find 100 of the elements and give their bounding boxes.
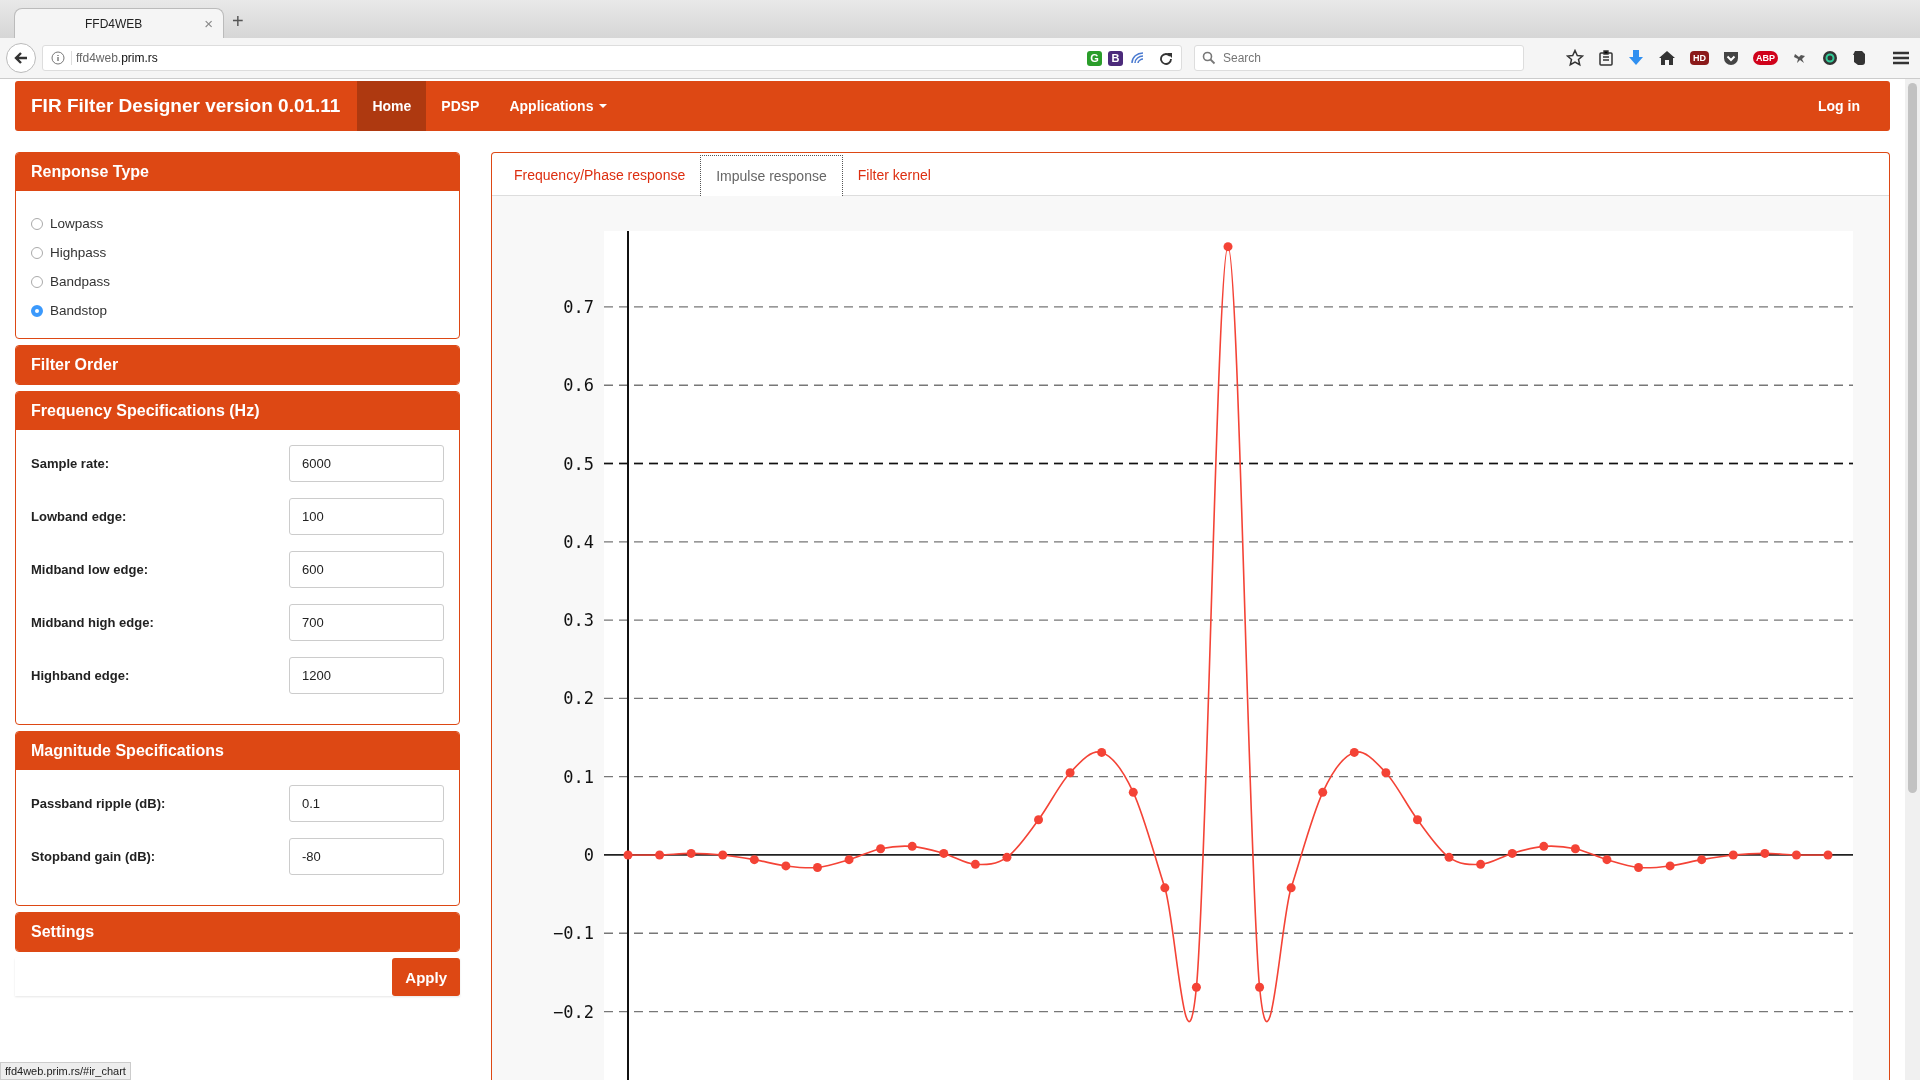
data-point bbox=[907, 841, 917, 851]
data-point bbox=[1412, 815, 1422, 825]
extension-badge[interactable]: HD bbox=[1690, 51, 1709, 65]
axis-tick-label: 0.5 bbox=[563, 453, 594, 474]
axis-tick-label: 0 bbox=[583, 844, 594, 865]
axis-tick-label: 0.3 bbox=[563, 610, 594, 631]
scrollbar[interactable] bbox=[1905, 79, 1920, 1080]
panel-header[interactable]: Filter Order bbox=[16, 346, 459, 384]
tab-close-button[interactable]: × bbox=[204, 15, 213, 32]
data-point bbox=[1665, 861, 1675, 871]
data-point bbox=[1002, 852, 1012, 862]
axis-tick-label: −0.1 bbox=[553, 923, 594, 944]
data-point bbox=[1160, 883, 1170, 893]
apply-button[interactable]: Apply bbox=[392, 958, 460, 996]
search-field[interactable]: Search bbox=[1194, 45, 1524, 71]
axis-tick-label: 0.2 bbox=[563, 688, 594, 709]
new-tab-button[interactable]: + bbox=[232, 10, 244, 38]
info-icon[interactable] bbox=[51, 51, 65, 65]
extension-badge[interactable]: B bbox=[1108, 50, 1123, 66]
input-field[interactable]: 600 bbox=[289, 551, 444, 588]
axis-tick-label: −0.2 bbox=[553, 1001, 594, 1022]
login-link[interactable]: Log in bbox=[1803, 81, 1890, 131]
home-icon[interactable] bbox=[1658, 50, 1676, 66]
data-point bbox=[844, 855, 854, 865]
download-icon[interactable] bbox=[1628, 49, 1644, 67]
data-point bbox=[1065, 768, 1075, 778]
data-point bbox=[1570, 844, 1580, 854]
input-field[interactable]: 100 bbox=[289, 498, 444, 535]
field-label: Sample rate: bbox=[31, 456, 110, 471]
input-field[interactable]: 1200 bbox=[289, 657, 444, 694]
data-point bbox=[1034, 815, 1044, 825]
radio-option[interactable]: Highpass bbox=[31, 245, 444, 260]
tab-title: FFD4WEB bbox=[85, 16, 144, 31]
data-point bbox=[1823, 850, 1833, 860]
reload-icon[interactable] bbox=[1159, 51, 1173, 65]
panel-header[interactable]: Frequency Specifications (Hz) bbox=[16, 392, 459, 430]
data-point bbox=[1223, 242, 1233, 252]
scrollbar-thumb[interactable] bbox=[1908, 83, 1917, 793]
axis-tick-label: 0.1 bbox=[563, 766, 594, 787]
data-point bbox=[812, 863, 822, 872]
extension-badge[interactable]: G bbox=[1087, 50, 1102, 66]
data-point bbox=[1381, 768, 1391, 778]
data-point bbox=[686, 848, 696, 858]
data-point bbox=[623, 850, 633, 860]
tab[interactable]: Filter kernel bbox=[842, 155, 946, 195]
data-point bbox=[939, 848, 949, 858]
input-field[interactable]: -80 bbox=[289, 838, 444, 875]
panel-header[interactable]: Settings bbox=[16, 913, 459, 951]
field-label: Midband low edge: bbox=[31, 562, 148, 577]
menu-icon[interactable] bbox=[1892, 50, 1910, 66]
data-point bbox=[1349, 747, 1359, 757]
nav-link[interactable]: Home bbox=[357, 81, 427, 131]
panel-header[interactable]: Renponse Type bbox=[16, 153, 459, 191]
data-point bbox=[718, 850, 728, 860]
data-point bbox=[1507, 848, 1517, 858]
panel-header[interactable]: Magnitude Specifications bbox=[16, 732, 459, 770]
radio-button[interactable] bbox=[31, 246, 43, 259]
radio-button[interactable] bbox=[31, 275, 43, 288]
data-point bbox=[749, 855, 759, 865]
radio-option[interactable]: Bandstop bbox=[31, 303, 444, 318]
nav-link[interactable]: Applications bbox=[494, 81, 623, 131]
circle-icon[interactable] bbox=[1822, 50, 1838, 66]
status-url: ffd4web.prim.rs/#ir_chart bbox=[0, 1062, 131, 1080]
data-point bbox=[1318, 787, 1328, 797]
radio-button[interactable] bbox=[31, 217, 43, 230]
data-point bbox=[1760, 848, 1770, 858]
tab[interactable]: Frequency/Phase response bbox=[499, 155, 701, 195]
field-label: Midband high edge: bbox=[31, 615, 154, 630]
browser-tab[interactable]: FFD4WEB × bbox=[14, 8, 224, 38]
clipboard-icon[interactable] bbox=[1598, 50, 1614, 66]
data-point bbox=[1602, 855, 1612, 865]
data-point bbox=[1444, 852, 1454, 862]
field-label: Passband ripple (dB): bbox=[31, 796, 166, 811]
input-field[interactable]: 0.1 bbox=[289, 785, 444, 822]
data-point bbox=[781, 861, 791, 871]
address-bar[interactable]: ffd4web.prim.rs G B bbox=[42, 45, 1182, 71]
radio-option[interactable]: Bandpass bbox=[31, 274, 444, 289]
extension-badge[interactable]: ABP bbox=[1753, 51, 1778, 65]
input-field[interactable]: 700 bbox=[289, 604, 444, 641]
nav-link[interactable]: PDSP bbox=[426, 81, 495, 131]
field-label: Highband edge: bbox=[31, 668, 130, 683]
data-point bbox=[1697, 855, 1707, 865]
data-point bbox=[1097, 747, 1107, 757]
data-point bbox=[1728, 850, 1738, 860]
axis-tick-label: 0.6 bbox=[563, 375, 594, 396]
back-button[interactable] bbox=[6, 43, 36, 73]
radio-option[interactable]: Lowpass bbox=[31, 216, 444, 231]
data-point bbox=[1128, 787, 1138, 797]
shield-icon[interactable] bbox=[1723, 50, 1739, 66]
app-title[interactable]: FIR Filter Designer version 0.01.11 bbox=[15, 81, 358, 131]
wave-icon[interactable] bbox=[1129, 50, 1145, 66]
field-label: Lowband edge: bbox=[31, 509, 127, 524]
star-icon[interactable] bbox=[1566, 49, 1584, 67]
data-point bbox=[1255, 982, 1265, 992]
radio-button[interactable] bbox=[31, 304, 43, 317]
data-point bbox=[1634, 863, 1644, 872]
radio-label: Bandstop bbox=[50, 303, 108, 318]
input-field[interactable]: 6000 bbox=[289, 445, 444, 482]
data-point bbox=[1476, 859, 1486, 869]
tab[interactable]: Impulse response bbox=[700, 155, 843, 196]
